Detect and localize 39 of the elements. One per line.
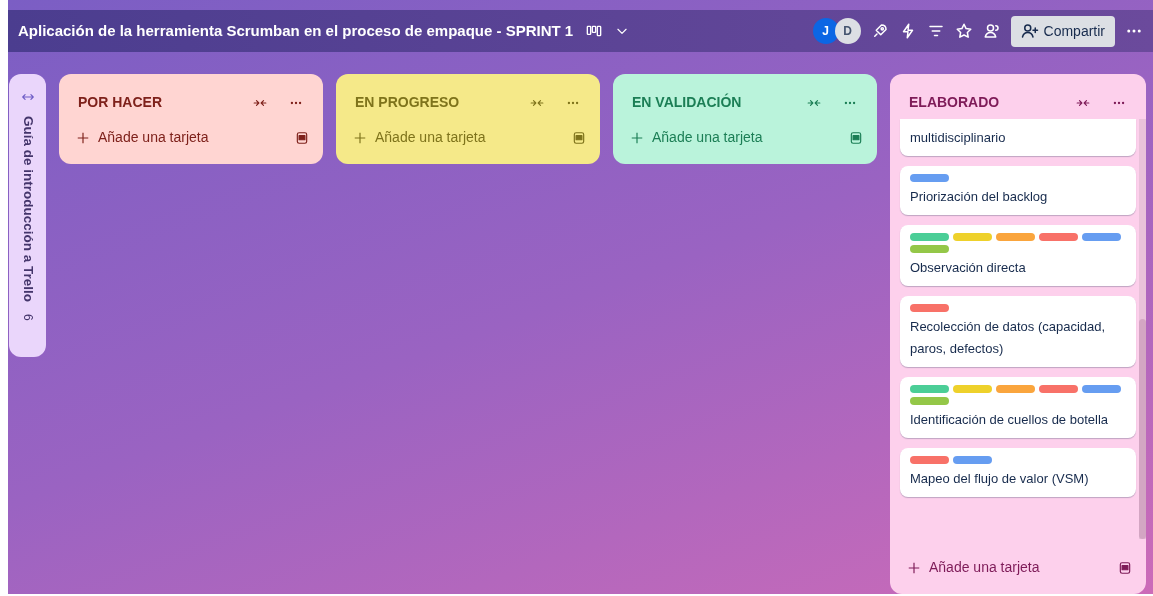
- add-card-button[interactable]: Añade una tarjeta: [351, 125, 572, 150]
- card-title: multidisciplinario: [910, 130, 1006, 145]
- task-card[interactable]: Identificación de cuellos de botella: [900, 377, 1136, 438]
- person-add-icon: [1020, 22, 1039, 40]
- template-icon[interactable]: [849, 130, 863, 145]
- template-icon[interactable]: [572, 130, 586, 145]
- scrollbar[interactable]: [1139, 119, 1146, 539]
- add-card-button[interactable]: Añade una tarjeta: [628, 125, 849, 150]
- star-icon[interactable]: [954, 22, 973, 40]
- plus-icon: [630, 130, 644, 145]
- card-count: 6: [19, 314, 36, 321]
- template-icon[interactable]: [1118, 560, 1132, 575]
- plus-icon: [907, 560, 921, 575]
- card-title: Priorización del backlog: [910, 189, 1048, 204]
- board-title[interactable]: Aplicación de la herramienta Scrumban en el proceso de empaque - SPRINT 1: [18, 19, 574, 43]
- card-title: Mapeo del flujo de valor (VSM): [910, 471, 1089, 486]
- list-title[interactable]: EN VALIDACIÓN: [632, 92, 801, 113]
- list-title[interactable]: POR HACER: [78, 92, 247, 113]
- task-card[interactable]: Observación directa: [900, 225, 1136, 286]
- collapsed-list[interactable]: Guía de introducción a Trello 6: [9, 74, 46, 357]
- member-avatar[interactable]: J: [812, 18, 839, 44]
- task-card[interactable]: Mapeo del flujo de valor (VSM): [900, 448, 1136, 497]
- template-icon[interactable]: [295, 130, 309, 145]
- add-card-button[interactable]: Añade una tarjeta: [905, 555, 1118, 580]
- list-title: Guía de introducción a Trello: [19, 116, 37, 303]
- people-icon[interactable]: [982, 22, 1001, 40]
- plus-icon: [76, 130, 90, 145]
- share-button[interactable]: Compartir: [1010, 15, 1115, 47]
- member-avatar[interactable]: D: [834, 18, 861, 44]
- add-card-button[interactable]: Añade una tarjeta: [74, 125, 295, 150]
- plus-icon: [353, 130, 367, 145]
- task-card[interactable]: Recolección de datos (capacidad, paros, defectos): [900, 296, 1136, 367]
- task-card[interactable]: multidisciplinario: [900, 119, 1136, 156]
- card-title: Recolección de datos (capacidad, paros, defectos): [910, 319, 1106, 356]
- card-title: Identificación de cuellos de botella: [910, 412, 1109, 427]
- list-title[interactable]: ELABORADO: [909, 92, 1070, 113]
- card-title: Observación directa: [910, 260, 1026, 275]
- list-title[interactable]: EN PROGRESO: [355, 92, 524, 113]
- task-card[interactable]: Priorización del backlog: [900, 166, 1136, 215]
